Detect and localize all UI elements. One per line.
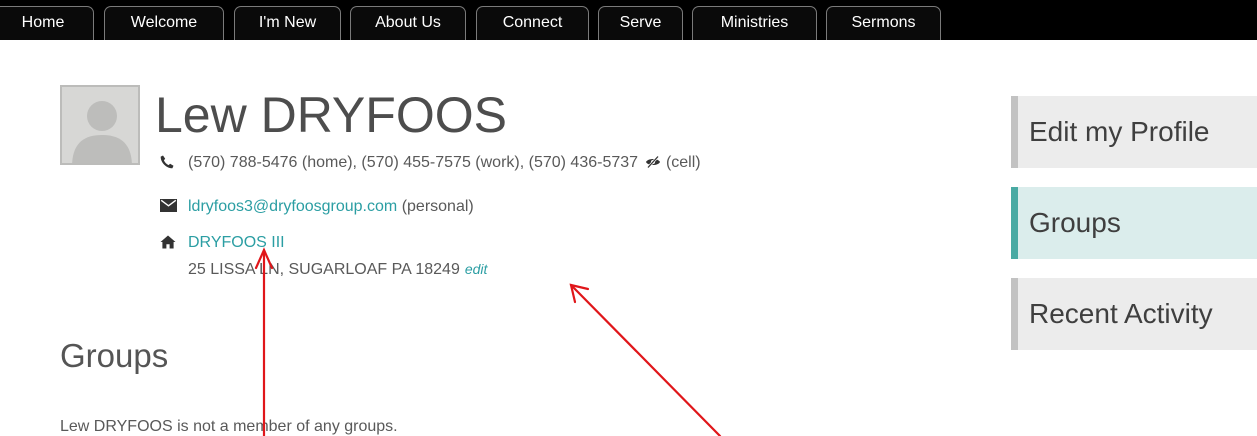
family-link[interactable]: DRYFOOS III bbox=[188, 234, 285, 251]
sidebar-item-label: Groups bbox=[1029, 207, 1121, 238]
tab-welcome[interactable]: Welcome bbox=[104, 6, 224, 40]
avatar bbox=[60, 85, 140, 165]
phone-numbers: (570) 788-5476 (home), (570) 455-7575 (w… bbox=[188, 152, 701, 174]
edit-address-link[interactable]: edit bbox=[465, 261, 488, 277]
groups-empty-message: Lew DRYFOOS is not a member of any group… bbox=[60, 418, 398, 435]
sidebar-item-recent-activity[interactable]: Recent Activity bbox=[1011, 278, 1257, 350]
address-row: 25 LISSA LN, SUGARLOAF PA 18249 edit bbox=[188, 258, 487, 281]
tab-label: Ministries bbox=[720, 14, 789, 31]
tab-label: Sermons bbox=[851, 14, 916, 31]
top-navigation: Home Welcome I'm New About Us Connect Se… bbox=[0, 0, 1257, 40]
tab-serve[interactable]: Serve bbox=[598, 6, 683, 40]
email-link[interactable]: ldryfoos3@dryfoosgroup.com bbox=[188, 198, 397, 215]
tab-label: I'm New bbox=[258, 14, 317, 31]
tab-label: Connect bbox=[502, 14, 563, 31]
tab-label: Home bbox=[21, 14, 65, 31]
sidebar-item-groups[interactable]: Groups bbox=[1011, 187, 1257, 259]
tab-label: Welcome bbox=[130, 14, 198, 31]
tab-label: About Us bbox=[375, 14, 441, 31]
tab-about-us[interactable]: About Us bbox=[350, 6, 466, 40]
arrow-head-edit bbox=[569, 283, 590, 304]
email-type: (personal) bbox=[401, 198, 474, 215]
tab-sermons[interactable]: Sermons bbox=[826, 6, 941, 40]
groups-heading: Groups bbox=[60, 337, 169, 374]
address-text: 25 LISSA LN, SUGARLOAF PA 18249 bbox=[188, 261, 460, 278]
cell-suffix: (cell) bbox=[665, 154, 701, 171]
arrow-to-edit-link bbox=[569, 283, 722, 436]
tab-ministries[interactable]: Ministries bbox=[692, 6, 817, 40]
tab-connect[interactable]: Connect bbox=[476, 6, 589, 40]
sidebar-item-label: Edit my Profile bbox=[1029, 116, 1210, 147]
profile-name: Lew DRYFOOS bbox=[155, 87, 507, 143]
tab-home[interactable]: Home bbox=[0, 6, 94, 40]
sidebar-item-label: Recent Activity bbox=[1029, 298, 1213, 329]
tab-im-new[interactable]: I'm New bbox=[234, 6, 341, 40]
tab-label: Serve bbox=[619, 14, 662, 31]
envelope-icon bbox=[160, 199, 177, 212]
phone-icon bbox=[160, 155, 174, 169]
person-silhouette-icon bbox=[72, 101, 132, 163]
sidebar-item-edit-profile[interactable]: Edit my Profile bbox=[1011, 96, 1257, 168]
home-icon bbox=[160, 235, 176, 249]
eye-slash-icon bbox=[646, 155, 661, 169]
phone-list: (570) 788-5476 (home), (570) 455-7575 (w… bbox=[188, 154, 639, 171]
